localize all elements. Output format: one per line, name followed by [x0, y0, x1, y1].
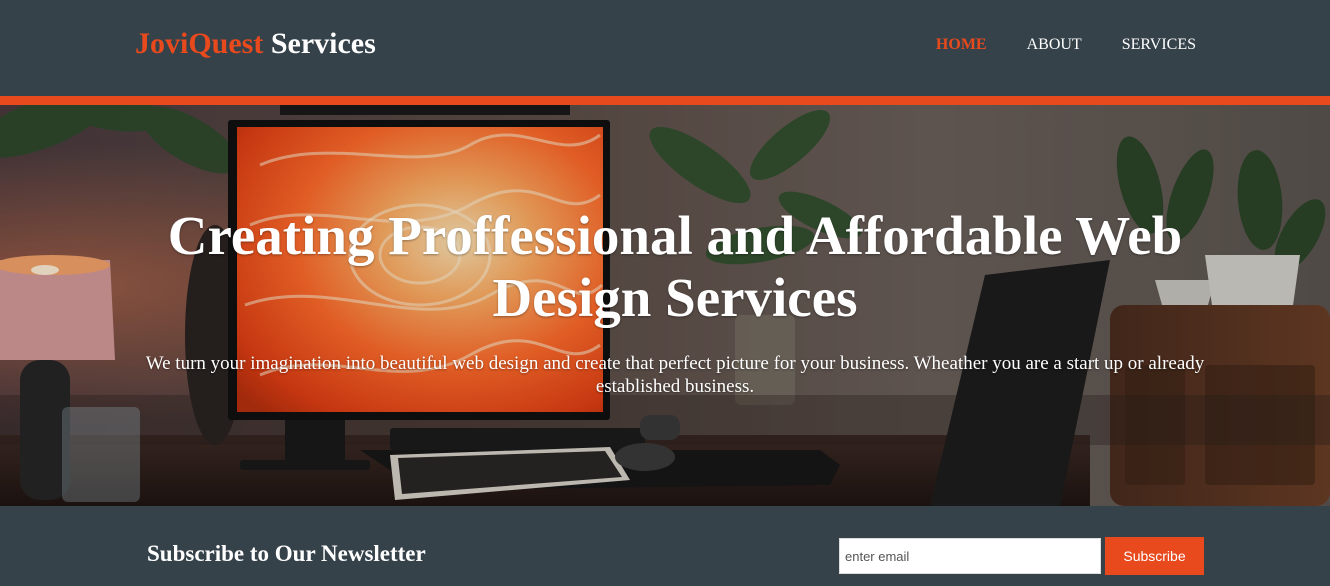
hero-subtitle: We turn your imagination into beautiful …	[145, 353, 1205, 397]
header-accent-bar	[0, 96, 1330, 105]
hero-text-block: Creating Proffessional and Affordable We…	[0, 105, 1330, 506]
site-header: JoviQuest Services Home About Services	[0, 0, 1330, 96]
subscribe-button[interactable]: Subscribe	[1105, 537, 1204, 575]
newsletter-heading: Subscribe to Our Newsletter	[147, 541, 426, 566]
nav-link-about[interactable]: About	[1027, 35, 1082, 55]
email-field[interactable]	[839, 538, 1101, 574]
brand-rest-text: Services	[263, 27, 376, 60]
main-nav: Home About Services	[936, 35, 1196, 55]
hero-showcase: Creating Proffessional and Affordable We…	[0, 105, 1330, 506]
brand-accent-text: JoviQuest	[135, 27, 264, 60]
nav-link-home[interactable]: Home	[936, 35, 987, 55]
newsletter-section: Subscribe to Our Newsletter Subscribe	[0, 506, 1330, 586]
site-logo[interactable]: JoviQuest Services	[135, 26, 376, 62]
nav-link-services[interactable]: Services	[1122, 35, 1196, 55]
hero-title: Creating Proffessional and Affordable We…	[167, 205, 1183, 328]
